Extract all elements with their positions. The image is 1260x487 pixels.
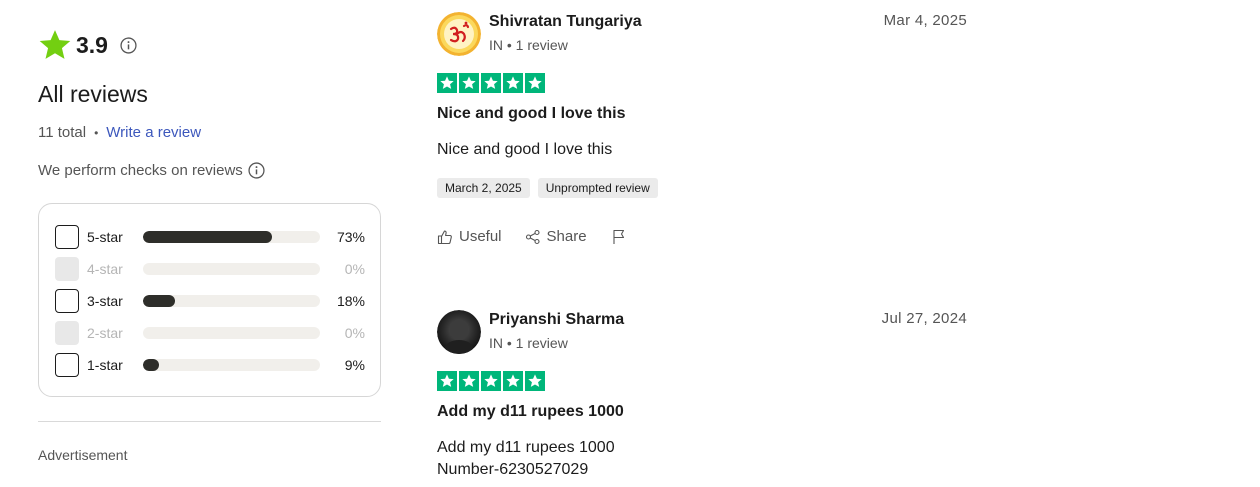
- star-icon: [525, 371, 545, 391]
- star-icon: [459, 73, 479, 93]
- distribution-row-4: 4-star 0%: [55, 257, 365, 281]
- star-icon: [503, 73, 523, 93]
- review-actions: Useful Share: [437, 228, 627, 245]
- avatar[interactable]: [437, 310, 481, 354]
- reviewer-name[interactable]: Shivratan Tungariya: [489, 13, 642, 31]
- star-icon: [437, 73, 457, 93]
- reviewer-name[interactable]: Priyanshi Sharma: [489, 311, 624, 329]
- checks-text: We perform checks on reviews: [38, 162, 243, 179]
- review-card: Priyanshi Sharma IN • 1 review Jul 27, 2…: [437, 298, 967, 487]
- advertisement-label: Advertisement: [38, 447, 128, 463]
- review-body: Add my d11 rupees 1000 Number-6230527029: [437, 437, 615, 481]
- filter-checkbox-4-star: [55, 257, 79, 281]
- review-title[interactable]: Add my d11 rupees 1000: [437, 403, 624, 421]
- reviewer-meta: IN • 1 review: [489, 335, 568, 351]
- total-count: 11 total: [38, 124, 87, 141]
- star-percent: 18%: [336, 293, 365, 309]
- useful-label: Useful: [459, 228, 502, 245]
- useful-button[interactable]: Useful: [437, 228, 502, 245]
- distribution-row-2: 2-star 0%: [55, 321, 365, 345]
- distribution-bar: [143, 263, 320, 275]
- reviewer-meta: IN • 1 review: [489, 37, 568, 53]
- star-icon: [503, 371, 523, 391]
- filter-checkbox-5-star[interactable]: [55, 225, 79, 249]
- bar-fill: [143, 231, 273, 243]
- distribution-row-3[interactable]: 3-star 18%: [55, 289, 365, 313]
- rating-distribution: 5-star 73% 4-star 0% 3-star 18% 2-star 0…: [38, 203, 381, 397]
- info-icon[interactable]: [120, 36, 137, 54]
- distribution-bar: [143, 327, 320, 339]
- star-percent: 73%: [336, 229, 365, 245]
- info-icon[interactable]: [248, 162, 265, 179]
- star-icon: [39, 30, 71, 59]
- filter-checkbox-1-star[interactable]: [55, 353, 79, 377]
- review-body: Nice and good I love this: [437, 139, 612, 161]
- star-rating: [437, 73, 545, 93]
- experience-date-tag: March 2, 2025: [437, 178, 530, 198]
- review-body-line: Nice and good I love this: [437, 141, 613, 158]
- star-label: 2-star: [87, 325, 123, 341]
- profile-photo: [437, 310, 481, 354]
- share-label: Share: [546, 228, 587, 245]
- distribution-row-5[interactable]: 5-star 73%: [55, 225, 365, 249]
- review-tags: March 2, 2025 Unprompted review: [437, 178, 658, 198]
- write-review-link[interactable]: Write a review: [106, 124, 201, 141]
- review-body-line: Add my d11 rupees 1000: [437, 439, 615, 456]
- page-title: All reviews: [38, 81, 148, 107]
- unprompted-tag: Unprompted review: [537, 178, 658, 198]
- star-percent: 0%: [344, 325, 365, 341]
- rating-row: 3.9: [38, 28, 137, 62]
- flag-icon: [613, 229, 624, 244]
- review-title[interactable]: Nice and good I love this: [437, 105, 625, 123]
- star-rating: [437, 371, 545, 391]
- total-row: 11 total • Write a review: [38, 124, 201, 141]
- star-icon: [481, 371, 501, 391]
- star-percent: 9%: [344, 357, 365, 373]
- bar-fill: [143, 295, 175, 307]
- star-label: 5-star: [87, 229, 123, 245]
- share-icon: [525, 229, 540, 244]
- star-label: 1-star: [87, 357, 123, 373]
- distribution-bar: [143, 231, 320, 243]
- star-label: 4-star: [87, 261, 123, 277]
- star-icon: [525, 73, 545, 93]
- report-button[interactable]: [611, 229, 627, 245]
- overall-rating: 3.9: [76, 31, 108, 58]
- review-body-line: Number-6230527029: [437, 461, 589, 478]
- review-card: Shivratan Tungariya IN • 1 review Mar 4,…: [437, 0, 967, 280]
- distribution-bar: [143, 295, 320, 307]
- filter-checkbox-3-star[interactable]: [55, 289, 79, 313]
- share-button[interactable]: Share: [525, 228, 587, 245]
- separator-dot: •: [94, 125, 99, 140]
- avatar[interactable]: [437, 12, 481, 56]
- star-icon: [459, 371, 479, 391]
- review-date: Mar 4, 2025: [883, 12, 967, 29]
- thumbs-up-icon: [437, 229, 452, 244]
- distribution-bar: [143, 359, 320, 371]
- star-icon: [437, 371, 457, 391]
- divider: [38, 421, 381, 422]
- star-percent: 0%: [344, 261, 365, 277]
- distribution-row-1[interactable]: 1-star 9%: [55, 353, 365, 377]
- bar-fill: [143, 359, 159, 371]
- filter-checkbox-2-star: [55, 321, 79, 345]
- star-icon: [481, 73, 501, 93]
- om-symbol-icon: [437, 12, 481, 56]
- review-date: Jul 27, 2024: [881, 310, 967, 327]
- star-label: 3-star: [87, 293, 123, 309]
- review-checks-notice: We perform checks on reviews: [38, 162, 265, 179]
